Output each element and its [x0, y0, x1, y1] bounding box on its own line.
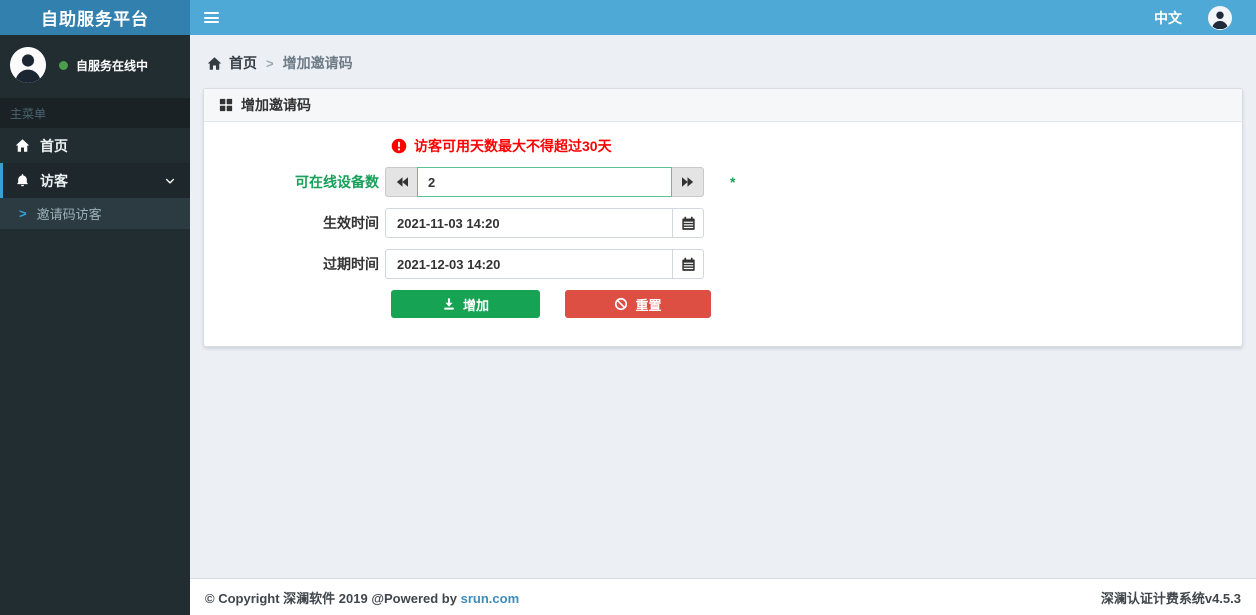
- sidebar-submenu-visitors: > 邀请码访客: [0, 198, 190, 229]
- sidebar-item-label: 访客: [40, 172, 68, 189]
- calendar-icon: [681, 257, 695, 271]
- srun-link[interactable]: srun.com: [461, 591, 520, 606]
- user-avatar-icon: [10, 47, 46, 83]
- copyright: © Copyright 深澜软件 2019 @Powered by srun.c…: [205, 588, 519, 607]
- user-status-text: 自服务在线中: [76, 58, 149, 73]
- calendar-icon: [681, 216, 695, 230]
- fast-backward-icon: [396, 177, 408, 187]
- start-time-input[interactable]: [385, 208, 672, 238]
- form-actions: 增加 重置: [391, 290, 1242, 318]
- panel-header: 增加邀请码: [204, 89, 1242, 122]
- version-text: 深澜认证计费系统v4.5.3: [1100, 590, 1241, 606]
- sidebar-section-label: 主菜单: [0, 98, 190, 128]
- expiry-time-input[interactable]: [385, 249, 672, 279]
- user-avatar: [10, 47, 46, 83]
- start-time-calendar-button[interactable]: [672, 208, 704, 238]
- breadcrumb: 首页 > 增加邀请码: [190, 35, 1256, 88]
- required-asterisk: *: [730, 174, 736, 190]
- navbar-right: 中文: [1154, 5, 1256, 30]
- increment-button[interactable]: [672, 167, 704, 197]
- hamburger-icon: [204, 12, 219, 23]
- chevron-down-icon: [165, 178, 175, 184]
- device-count-row: 可在线设备数 2 *: [204, 167, 1242, 197]
- start-time-group: [385, 208, 704, 238]
- language-switcher[interactable]: 中文: [1154, 8, 1182, 28]
- expiry-time-label: 过期时间: [323, 256, 379, 272]
- expiry-time-row: 过期时间: [204, 249, 1242, 279]
- sidebar: 自服务在线中 主菜单 首页 访客 > 邀请码访客: [0, 35, 190, 615]
- reset-button[interactable]: 重置: [565, 290, 711, 318]
- home-icon: [15, 139, 30, 152]
- sidebar-user-panel: 自服务在线中: [0, 35, 190, 98]
- navbar: 中文: [190, 0, 1256, 35]
- bell-icon: [16, 174, 29, 187]
- main-content: 首页 > 增加邀请码 增加邀请码 访客可用天数最大不得超过30天 可在线设备数 …: [190, 35, 1256, 578]
- validation-error-text: 访客可用天数最大不得超过30天: [414, 138, 612, 154]
- start-time-row: 生效时间: [204, 208, 1242, 238]
- sidebar-item-visitors[interactable]: 访客: [0, 163, 190, 198]
- decrement-button[interactable]: [385, 167, 417, 197]
- sidebar-item-home[interactable]: 首页: [0, 128, 190, 163]
- copyright-text: © Copyright 深澜软件 2019 @Powered by: [205, 590, 457, 606]
- brand-logo[interactable]: 自助服务平台: [0, 0, 190, 35]
- validation-error: 访客可用天数最大不得超过30天: [391, 135, 1242, 157]
- panel-title: 增加邀请码: [241, 97, 311, 113]
- panel-body: 访客可用天数最大不得超过30天 可在线设备数 2 * 生效时间 2021-11-…: [204, 122, 1242, 346]
- add-button[interactable]: 增加: [391, 290, 540, 318]
- top-navbar: 自助服务平台 中文: [0, 0, 1256, 35]
- app-root: 自助服务平台 中文 自服务在线中 主菜单 首页 访客 > 邀请码访客 首页 > …: [0, 0, 1256, 615]
- add-button-label: 增加: [462, 297, 489, 313]
- user-status: 自服务在线中: [59, 57, 148, 74]
- add-invite-code-panel: 增加邀请码 访客可用天数最大不得超过30天 可在线设备数 2 * 生效时间 20…: [203, 88, 1243, 347]
- user-avatar-icon: [1209, 6, 1231, 29]
- exclamation-circle-icon: [391, 138, 407, 154]
- sidebar-menu: 首页 访客 > 邀请码访客: [0, 128, 190, 229]
- expiry-time-group: [385, 249, 704, 279]
- start-time-label: 生效时间: [323, 215, 379, 231]
- sidebar-item-invite-code-visitor[interactable]: > 邀请码访客: [0, 198, 190, 229]
- breadcrumb-home-link[interactable]: 首页: [207, 53, 257, 73]
- breadcrumb-separator: >: [266, 55, 274, 71]
- device-count-stepper: [385, 167, 704, 197]
- breadcrumb-home-label: 首页: [229, 55, 257, 71]
- home-icon: [207, 56, 222, 70]
- ban-icon: [615, 297, 628, 311]
- user-menu-button[interactable]: [1208, 5, 1232, 30]
- fast-forward-icon: [681, 177, 693, 187]
- reset-button-label: 重置: [635, 297, 662, 313]
- online-status-dot: [59, 60, 68, 70]
- sidebar-item-label: 首页: [40, 137, 68, 154]
- chevron-right-icon: >: [19, 206, 27, 221]
- sidebar-subitem-label: 邀请码访客: [36, 207, 102, 222]
- expiry-time-calendar-button[interactable]: [672, 249, 704, 279]
- sidebar-toggle-button[interactable]: [190, 0, 233, 35]
- download-icon: [444, 298, 454, 310]
- breadcrumb-current: 增加邀请码: [282, 55, 353, 71]
- footer: © Copyright 深澜软件 2019 @Powered by srun.c…: [190, 578, 1256, 615]
- device-count-input[interactable]: [417, 167, 672, 197]
- grid-icon: [219, 98, 233, 112]
- device-count-label: 可在线设备数: [295, 174, 379, 190]
- brand-title: 自助服务平台: [41, 10, 149, 29]
